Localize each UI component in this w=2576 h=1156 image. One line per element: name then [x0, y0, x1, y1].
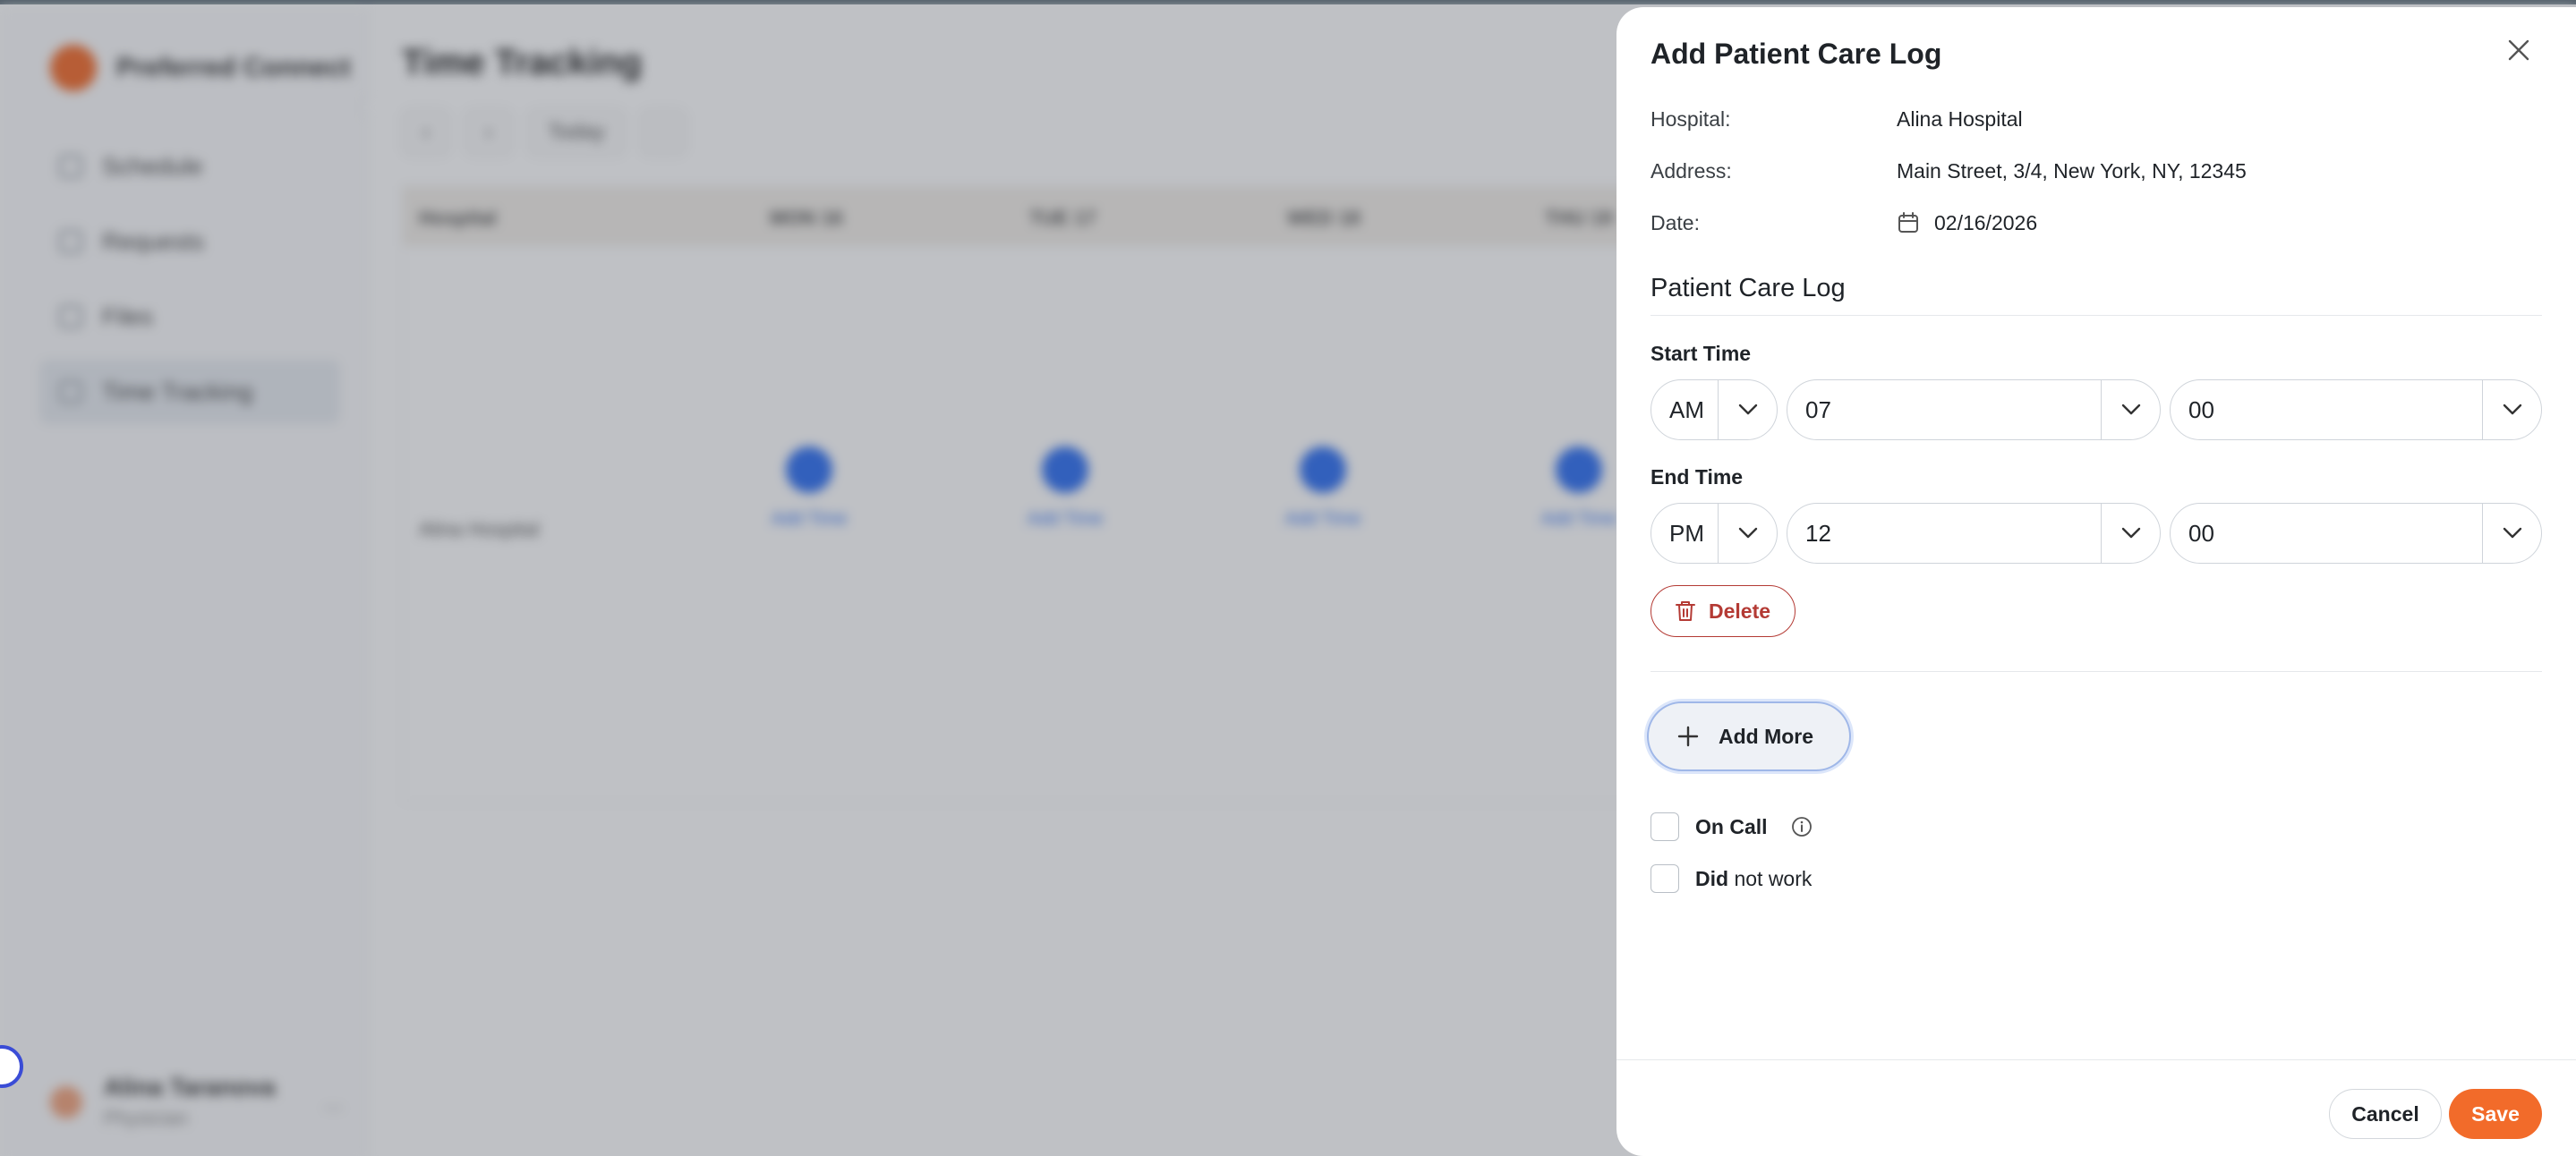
save-button[interactable]: Save — [2449, 1089, 2542, 1139]
add-more-button[interactable]: Add More — [1647, 701, 1851, 771]
plus-icon — [1677, 726, 1699, 747]
did-not-work-checkbox[interactable] — [1651, 864, 1679, 893]
on-call-row: On Call — [1651, 812, 1813, 841]
add-patient-care-log-drawer: Add Patient Care Log Hospital: Alina Hos… — [1616, 7, 2576, 1156]
address-row: Address: Main Street, 3/4, New York, NY,… — [1651, 157, 2247, 184]
address-label: Address: — [1651, 158, 1732, 183]
section-divider — [1651, 315, 2542, 316]
did-not-work-row: Did not work — [1651, 864, 1812, 893]
chevron-down-icon — [1718, 380, 1777, 439]
date-label: Date: — [1651, 210, 1700, 234]
drawer-footer: Cancel Save — [1616, 1059, 2576, 1156]
hospital-row: Hospital: Alina Hospital — [1651, 106, 2023, 132]
chevron-down-icon — [2101, 504, 2160, 563]
end-minute-select[interactable]: 00 — [2170, 503, 2542, 564]
end-period-select[interactable]: PM — [1651, 503, 1778, 564]
chevron-down-icon — [2482, 380, 2541, 439]
end-time-label: End Time — [1651, 465, 1744, 489]
chevron-down-icon — [2482, 504, 2541, 563]
delete-button[interactable]: Delete — [1651, 585, 1796, 637]
hospital-label: Hospital: — [1651, 106, 1731, 131]
start-time-label: Start Time — [1651, 342, 1752, 365]
chevron-down-icon — [2101, 380, 2160, 439]
hospital-value: Alina Hospital — [1897, 106, 2023, 131]
trash-icon — [1676, 601, 1695, 621]
date-row: Date: 02/16/2026 — [1651, 209, 2037, 236]
close-icon — [2508, 39, 2529, 61]
address-value: Main Street, 3/4, New York, NY, 12345 — [1897, 158, 2247, 183]
end-hour-select[interactable]: 12 — [1787, 503, 2161, 564]
on-call-label: On Call — [1695, 814, 1768, 838]
on-call-checkbox[interactable] — [1651, 812, 1679, 841]
cancel-button[interactable]: Cancel — [2329, 1089, 2442, 1139]
section-title: Patient Care Log — [1651, 274, 1846, 302]
drawer-title: Add Patient Care Log — [1651, 38, 1942, 70]
close-button[interactable] — [2501, 32, 2537, 68]
date-value: 02/16/2026 — [1934, 210, 2038, 234]
info-icon[interactable] — [1791, 816, 1813, 837]
chevron-down-icon — [1718, 504, 1777, 563]
did-not-work-label: Did not work — [1695, 866, 1813, 890]
start-period-select[interactable]: AM — [1651, 379, 1778, 440]
calendar-icon — [1897, 211, 1920, 234]
start-minute-select[interactable]: 00 — [2170, 379, 2542, 440]
start-hour-select[interactable]: 07 — [1787, 379, 2161, 440]
entries-divider — [1651, 671, 2542, 672]
